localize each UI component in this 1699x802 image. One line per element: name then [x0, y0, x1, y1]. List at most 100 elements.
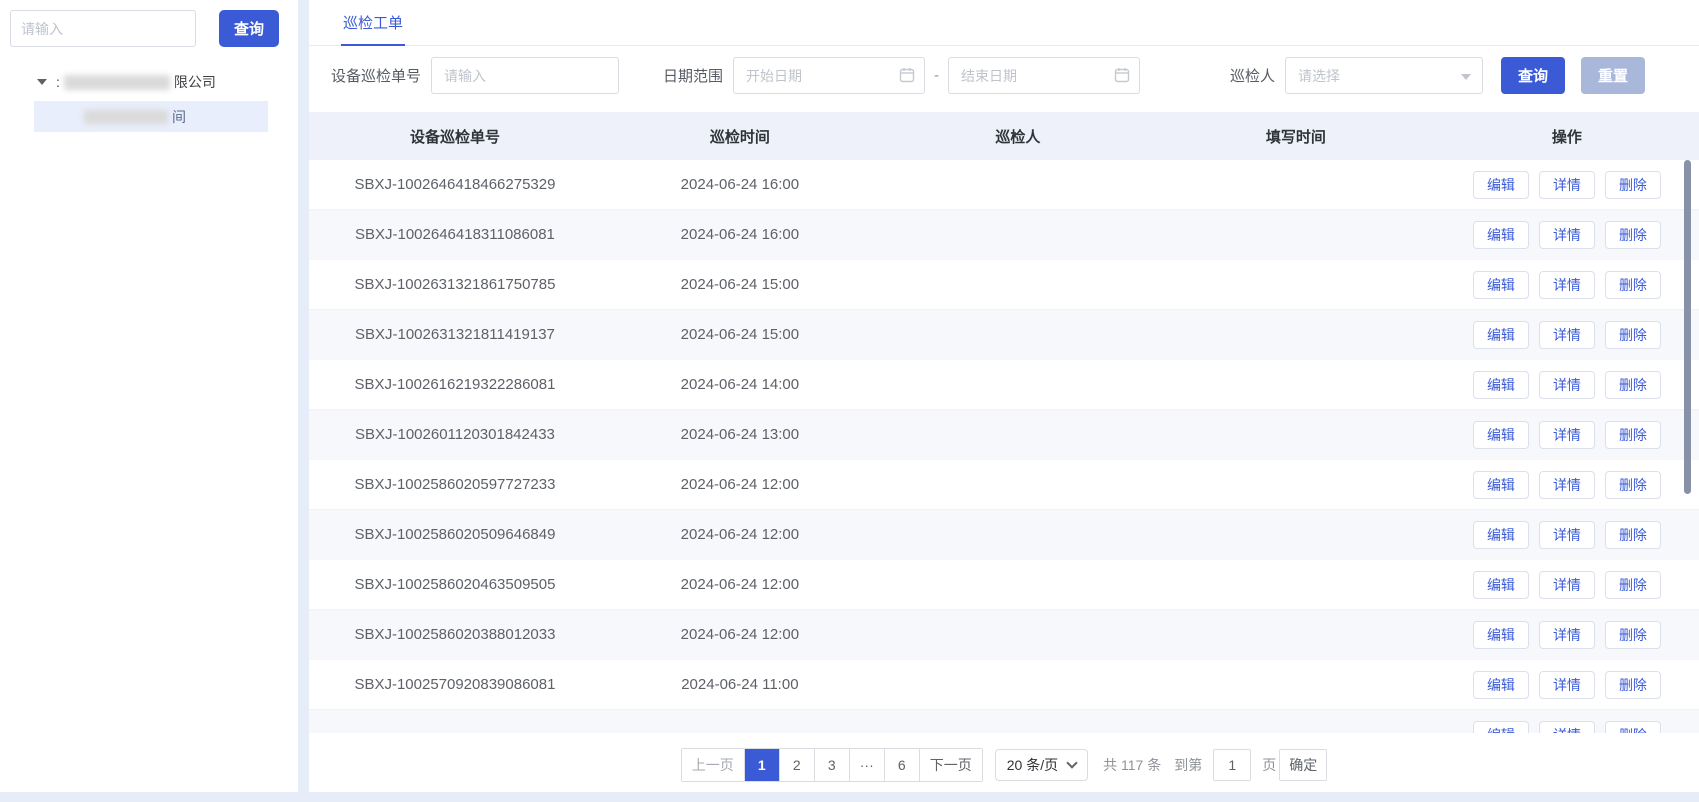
end-date-picker[interactable] [948, 57, 1140, 94]
edit-button[interactable]: 编辑 [1473, 321, 1529, 349]
row-actions: 编辑详情删除 [1435, 171, 1699, 199]
edit-button[interactable]: 编辑 [1473, 371, 1529, 399]
query-button[interactable]: 查询 [1501, 57, 1565, 94]
edit-button[interactable]: 编辑 [1473, 521, 1529, 549]
main-panel: 巡检工单 设备巡检单号 日期范围 - 巡检人 请选择 查询 重置 设备巡检单号 [309, 0, 1699, 792]
vertical-scrollbar-thumb[interactable] [1684, 160, 1691, 494]
detail-button[interactable]: 详情 [1539, 471, 1595, 499]
detail-button[interactable]: 详情 [1539, 221, 1595, 249]
end-date-input[interactable] [948, 57, 1140, 94]
cell-inspect-time: 2024-06-24 15:00 [601, 326, 879, 343]
delete-button[interactable]: 删除 [1605, 221, 1661, 249]
detail-button[interactable]: 详情 [1539, 621, 1595, 649]
page-button-group: 上一页 123···6下一页 [681, 748, 983, 782]
detail-button[interactable]: 详情 [1539, 371, 1595, 399]
detail-button[interactable]: 详情 [1539, 321, 1595, 349]
delete-button[interactable]: 删除 [1605, 321, 1661, 349]
table-row: SBXJ-10026313218114191372024-06-24 15:00… [309, 310, 1699, 360]
detail-button[interactable]: 详情 [1539, 521, 1595, 549]
detail-button[interactable]: 详情 [1539, 421, 1595, 449]
edit-button[interactable]: 编辑 [1473, 721, 1529, 734]
tree-root-label: 限公司 [174, 72, 216, 92]
cell-order-no: SBXJ-1002631321861750785 [309, 276, 601, 293]
filter-bar: 设备巡检单号 日期范围 - 巡检人 请选择 查询 重置 [331, 57, 1645, 94]
cell-inspect-time: 2024-06-24 14:00 [601, 376, 879, 393]
page-number-button[interactable]: 3 [814, 749, 849, 781]
row-actions: 编辑详情删除 [1435, 721, 1699, 734]
row-actions: 编辑详情删除 [1435, 621, 1699, 649]
tab-inspection-work-order[interactable]: 巡检工单 [341, 0, 405, 46]
column-header-fill-time: 填写时间 [1157, 126, 1435, 147]
goto-page-prefix: 到第 [1174, 755, 1202, 775]
goto-confirm-button[interactable]: 确定 [1279, 749, 1327, 781]
row-actions: 编辑详情删除 [1435, 571, 1699, 599]
table-header: 设备巡检单号 巡检时间 巡检人 填写时间 操作 [309, 112, 1699, 160]
edit-button[interactable]: 编辑 [1473, 671, 1529, 699]
detail-button[interactable]: 详情 [1539, 171, 1595, 199]
page-number-button[interactable]: 2 [779, 749, 814, 781]
tree-expand-caret-icon[interactable] [37, 79, 47, 85]
table-row: SBXJ-10025860205096468492024-06-24 12:00… [309, 510, 1699, 560]
start-date-picker[interactable] [733, 57, 925, 94]
redacted-company-name [64, 75, 170, 90]
sidebar-search-input[interactable] [10, 10, 196, 47]
delete-button[interactable]: 删除 [1605, 521, 1661, 549]
table-row: SBXJ-10026464184662753292024-06-24 16:00… [309, 160, 1699, 210]
detail-button[interactable]: 详情 [1539, 671, 1595, 699]
order-no-label: 设备巡检单号 [331, 65, 421, 86]
goto-page-input[interactable] [1213, 749, 1251, 781]
order-no-input[interactable] [431, 57, 619, 94]
edit-button[interactable]: 编辑 [1473, 421, 1529, 449]
detail-button[interactable]: 详情 [1539, 571, 1595, 599]
table-row: SBXJ-10026011203018424332024-06-24 13:00… [309, 410, 1699, 460]
sidebar-search-button[interactable]: 查询 [219, 10, 279, 47]
delete-button[interactable]: 删除 [1605, 671, 1661, 699]
start-date-input[interactable] [733, 57, 925, 94]
delete-button[interactable]: 删除 [1605, 571, 1661, 599]
delete-button[interactable]: 删除 [1605, 471, 1661, 499]
delete-button[interactable]: 删除 [1605, 271, 1661, 299]
cell-order-no: SBXJ-1002646418466275329 [309, 176, 601, 193]
edit-button[interactable]: 编辑 [1473, 171, 1529, 199]
tree-child-node-selected[interactable]: 间 [34, 101, 268, 132]
inspector-label: 巡检人 [1230, 65, 1275, 86]
calendar-icon [1114, 67, 1130, 83]
cell-inspect-time: 2024-06-24 15:00 [601, 276, 879, 293]
page-number-button[interactable]: 6 [884, 749, 919, 781]
delete-button[interactable]: 删除 [1605, 371, 1661, 399]
edit-button[interactable]: 编辑 [1473, 221, 1529, 249]
redacted-workshop-name [84, 110, 168, 124]
cell-order-no: SBXJ-1002586020509646849 [309, 526, 601, 543]
next-page-button[interactable]: 下一页 [919, 749, 982, 781]
reset-button[interactable]: 重置 [1581, 57, 1645, 94]
cell-order-no: SBXJ-1002631321811419137 [309, 326, 601, 343]
tree-root-node[interactable]: : 限公司 [0, 68, 298, 96]
row-actions: 编辑详情删除 [1435, 421, 1699, 449]
org-tree: : 限公司 间 [0, 68, 298, 132]
delete-button[interactable]: 删除 [1605, 721, 1661, 734]
page-ellipsis[interactable]: ··· [849, 749, 884, 781]
detail-button[interactable]: 详情 [1539, 271, 1595, 299]
edit-button[interactable]: 编辑 [1473, 471, 1529, 499]
delete-button[interactable]: 删除 [1605, 421, 1661, 449]
row-actions: 编辑详情删除 [1435, 321, 1699, 349]
table-row: SBXJ-10026162193222860812024-06-24 14:00… [309, 360, 1699, 410]
row-actions: 编辑详情删除 [1435, 221, 1699, 249]
date-range-separator: - [934, 67, 939, 84]
prev-page-button[interactable]: 上一页 [682, 749, 744, 781]
delete-button[interactable]: 删除 [1605, 171, 1661, 199]
inspector-select[interactable]: 请选择 [1285, 57, 1483, 94]
row-actions: 编辑详情删除 [1435, 671, 1699, 699]
delete-button[interactable]: 删除 [1605, 621, 1661, 649]
cell-inspect-time: 2024-06-24 12:00 [601, 576, 879, 593]
edit-button[interactable]: 编辑 [1473, 271, 1529, 299]
edit-button[interactable]: 编辑 [1473, 621, 1529, 649]
detail-button[interactable]: 详情 [1539, 721, 1595, 734]
cell-inspect-time: 2024-06-24 16:00 [601, 176, 879, 193]
edit-button[interactable]: 编辑 [1473, 571, 1529, 599]
pagination: 上一页 123···6下一页 20 条/页 共 117 条 到第 页 确定 [309, 748, 1699, 782]
page-size-select[interactable]: 20 条/页 [995, 749, 1088, 781]
page-number-button[interactable]: 1 [744, 749, 779, 781]
goto-page-suffix: 页 [1262, 755, 1276, 775]
table-row: 编辑详情删除 [309, 710, 1699, 733]
